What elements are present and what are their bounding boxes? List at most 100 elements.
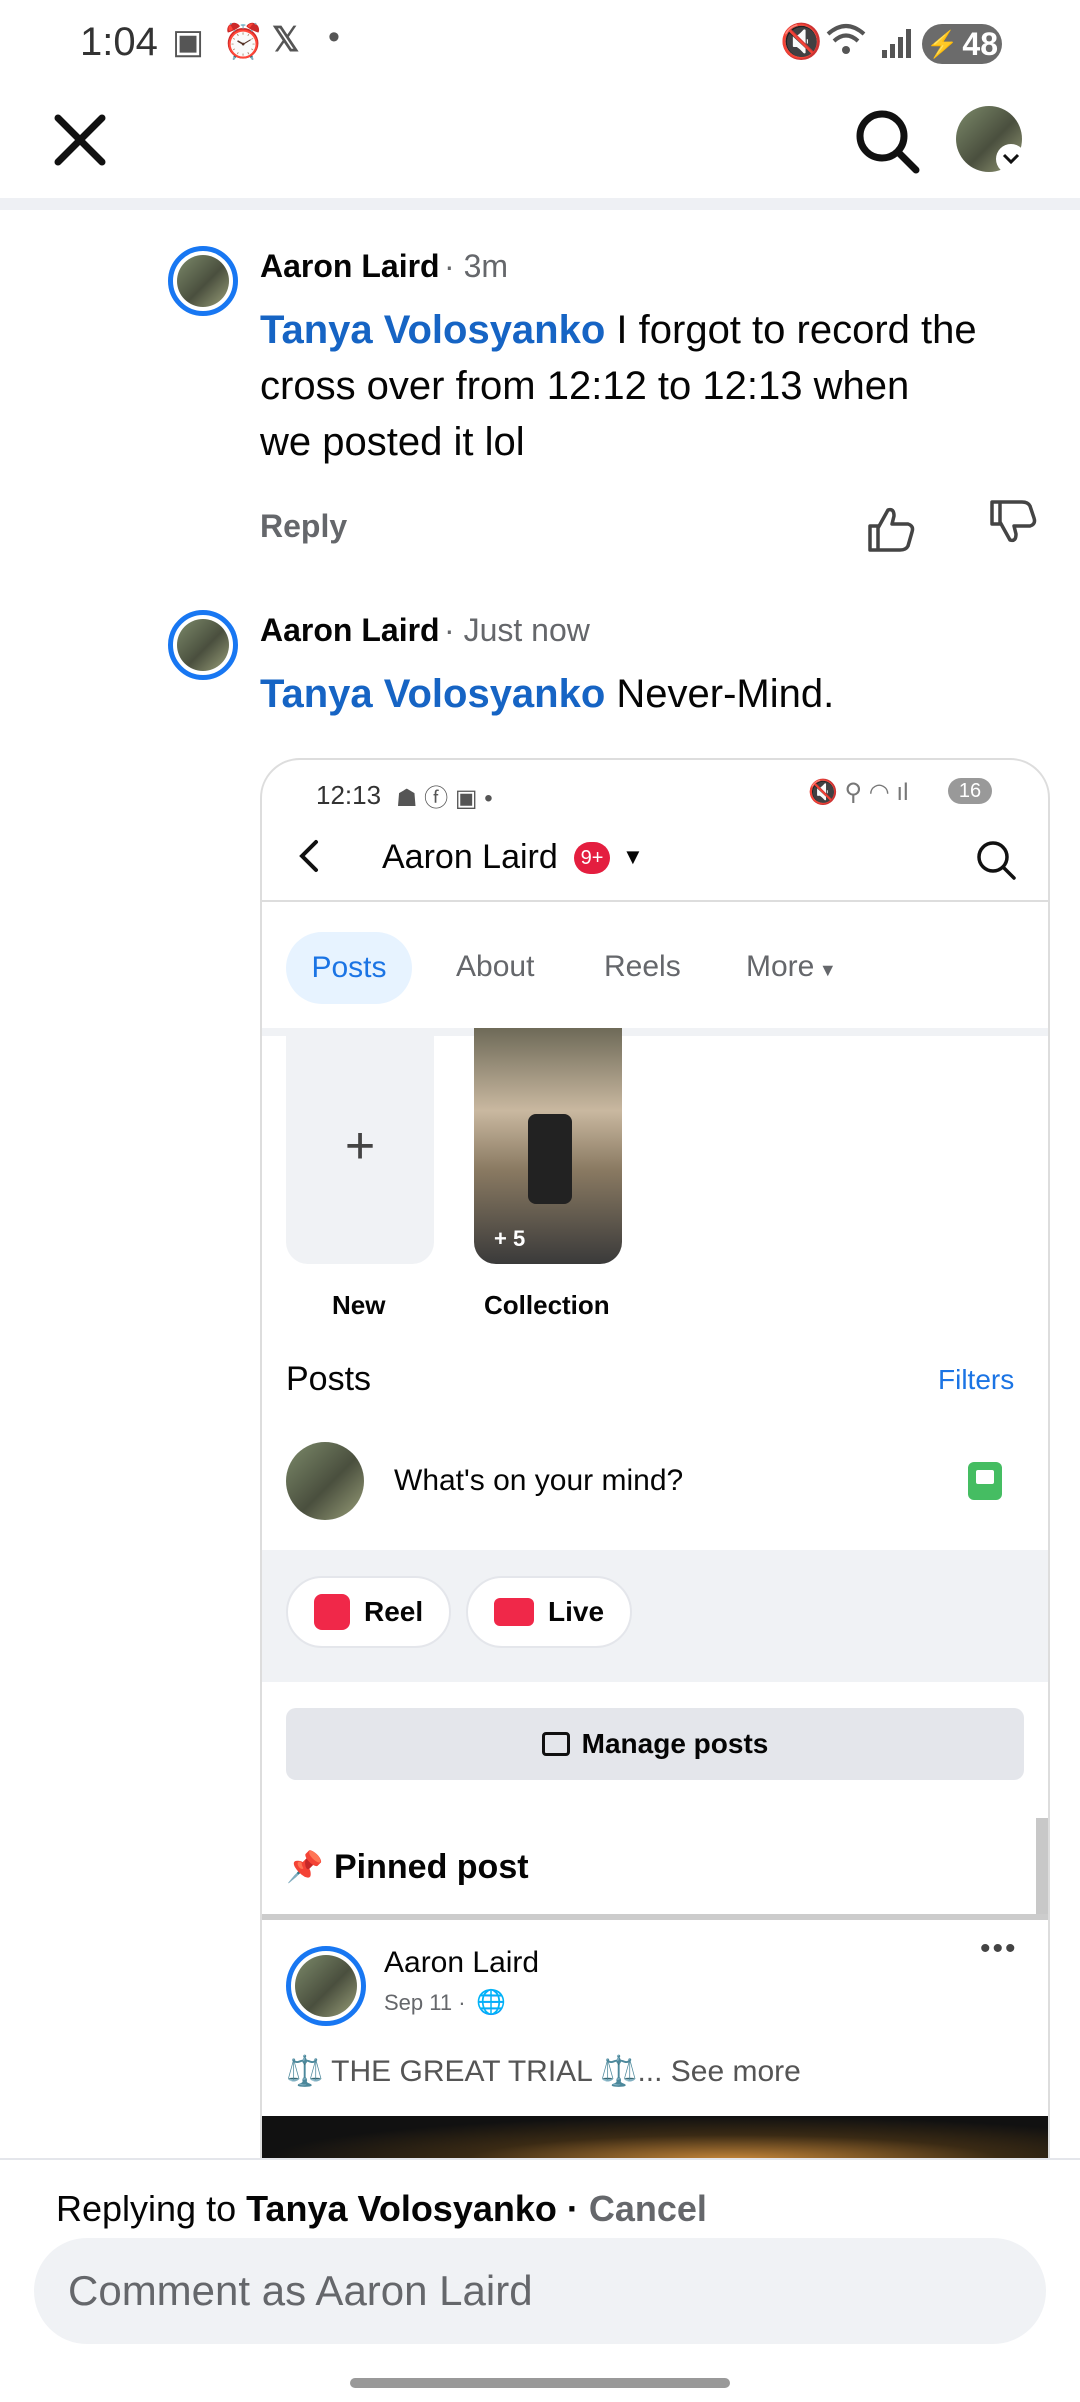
- embedded-search-button[interactable]: [974, 838, 1018, 882]
- notification-icons: ☗ ⓕ ▣ •: [396, 785, 493, 812]
- comment-text: cross over from 12:12 to 12:13 when: [260, 364, 910, 408]
- cancel-reply-button[interactable]: Cancel: [589, 2188, 707, 2229]
- divider: [262, 1914, 1048, 1920]
- attached-screenshot[interactable]: 12:13 ☗ ⓕ ▣ • 🔇 ⚲ ◠ ıl 16 Aaron Laird 9+…: [260, 758, 1050, 2162]
- filters-link[interactable]: Filters: [938, 1364, 1014, 1396]
- tab-about[interactable]: About: [456, 950, 534, 984]
- live-label: Live: [548, 1596, 605, 1627]
- replying-prefix: Replying to: [56, 2188, 247, 2229]
- battery-level: 48: [962, 25, 998, 62]
- manage-posts-label: Manage posts: [581, 1728, 769, 1759]
- comment-author[interactable]: Aaron Laird: [260, 248, 440, 284]
- new-highlight-button[interactable]: +: [286, 1028, 434, 1264]
- comment-avatar[interactable]: [168, 246, 238, 316]
- dot-icon: •: [328, 18, 340, 56]
- photo-icon-inner: [976, 1470, 994, 1484]
- comment-time: · 3m: [444, 248, 509, 284]
- comment-input[interactable]: Comment as Aaron Laird: [34, 2238, 1046, 2344]
- post-text: ⚖️ THE GREAT TRIAL ⚖️...: [286, 2055, 663, 2088]
- comment-header: Aaron Laird · Just now: [260, 612, 590, 649]
- reel-icon: [314, 1594, 350, 1630]
- embedded-battery: 16: [948, 778, 992, 804]
- reel-label: Reel: [364, 1596, 424, 1627]
- comment-time: · Just now: [444, 612, 590, 648]
- collection-highlight[interactable]: + 5: [474, 1028, 622, 1264]
- screenshot-icon: ▣: [172, 23, 205, 61]
- divider: [262, 900, 1048, 902]
- comment-text: Never-Mind.: [605, 672, 835, 716]
- reply-composer: Replying to Tanya Volosyanko · Cancel Co…: [0, 2158, 1080, 2402]
- thumbs-up-icon: [868, 507, 915, 552]
- composer-avatar: [286, 1442, 364, 1520]
- post-avatar[interactable]: [286, 1946, 366, 2026]
- notification-badge: 9+: [574, 842, 610, 874]
- comment-body: Tanya Volosyanko I forgot to record the …: [260, 302, 1060, 470]
- separator: ·: [556, 2188, 589, 2229]
- plus-icon: +: [344, 1117, 376, 1175]
- manage-posts-button[interactable]: Manage posts: [286, 1708, 1024, 1780]
- comment-body: Tanya Volosyanko Never-Mind.: [260, 666, 1060, 722]
- avatar: [295, 1955, 357, 2017]
- avatar: [177, 255, 229, 307]
- reply-button[interactable]: Reply: [260, 508, 347, 545]
- comment-input-placeholder: Comment as Aaron Laird: [68, 2267, 533, 2314]
- dislike-button[interactable]: [984, 494, 1040, 550]
- close-button[interactable]: [48, 108, 112, 172]
- tab-label: Posts: [311, 951, 387, 984]
- search-button[interactable]: [852, 106, 922, 176]
- home-indicator[interactable]: [350, 2378, 730, 2388]
- reply-target: Tanya Volosyanko: [246, 2188, 557, 2229]
- pin-icon: 📌: [286, 1851, 324, 1884]
- comment-author[interactable]: Aaron Laird: [260, 612, 440, 648]
- charging-icon: ⚡: [926, 28, 959, 59]
- embedded-status-time: 12:13: [316, 780, 382, 810]
- reel-button[interactable]: Reel: [286, 1576, 452, 1648]
- tab-label: More: [746, 950, 815, 983]
- manage-posts-icon: [541, 1732, 570, 1756]
- live-button[interactable]: Live: [466, 1576, 633, 1648]
- wifi-icon: [826, 22, 866, 67]
- caret-down-icon: ▼: [818, 960, 837, 980]
- chevron-down-icon: [996, 144, 1026, 174]
- header-divider: [0, 198, 1080, 210]
- embedded-status-icons: 🔇 ⚲ ◠ ıl: [808, 779, 909, 806]
- tab-posts[interactable]: Posts: [286, 932, 412, 1004]
- tab-more[interactable]: More ▼: [746, 950, 837, 984]
- avatar: [177, 619, 229, 671]
- collection-label: Collection: [484, 1290, 610, 1320]
- back-button[interactable]: [290, 836, 330, 876]
- signal-icon: [880, 24, 916, 65]
- comment-text: I forgot to record the: [605, 308, 977, 352]
- collection-count: + 5: [494, 1226, 526, 1251]
- back-arrow-icon: [299, 840, 318, 872]
- status-time: 1:04: [80, 20, 158, 64]
- replying-to-text: Replying to Tanya Volosyanko · Cancel: [56, 2188, 707, 2230]
- comment-avatar[interactable]: [168, 610, 238, 680]
- mention-link[interactable]: Tanya Volosyanko: [260, 308, 605, 352]
- globe-icon: 🌐: [476, 1989, 506, 2016]
- profile-name: Aaron Laird: [382, 838, 558, 876]
- battery-indicator: ⚡ 48: [922, 24, 1002, 64]
- post-author[interactable]: Aaron Laird: [384, 1946, 539, 1980]
- mute-icon: 🔇: [780, 23, 823, 61]
- spacer: [262, 1682, 1048, 1692]
- tab-reels[interactable]: Reels: [604, 950, 681, 984]
- post-date: Sep 11 ·: [384, 1990, 466, 2015]
- composer-input[interactable]: What's on your mind?: [394, 1464, 683, 1498]
- caret-down-icon[interactable]: ▼: [622, 844, 644, 870]
- like-button[interactable]: [862, 500, 918, 556]
- photo-icon[interactable]: [968, 1462, 1002, 1500]
- see-more-link[interactable]: See more: [671, 2055, 801, 2088]
- alarm-icon: ⏰: [222, 23, 265, 61]
- phone-shape: [528, 1114, 572, 1204]
- mention-link[interactable]: Tanya Volosyanko: [260, 672, 605, 716]
- comment-text: we posted it lol: [260, 420, 525, 464]
- more-options-icon[interactable]: •••: [980, 1932, 1018, 1966]
- live-video-icon: [494, 1598, 534, 1626]
- search-icon: [856, 110, 920, 174]
- pinned-post-label: Pinned post: [334, 1848, 529, 1886]
- post-image[interactable]: [262, 2116, 1048, 2160]
- scrollbar[interactable]: [1036, 1818, 1048, 1918]
- x-app-icon: 𝕏: [272, 21, 300, 59]
- close-icon: [54, 114, 106, 166]
